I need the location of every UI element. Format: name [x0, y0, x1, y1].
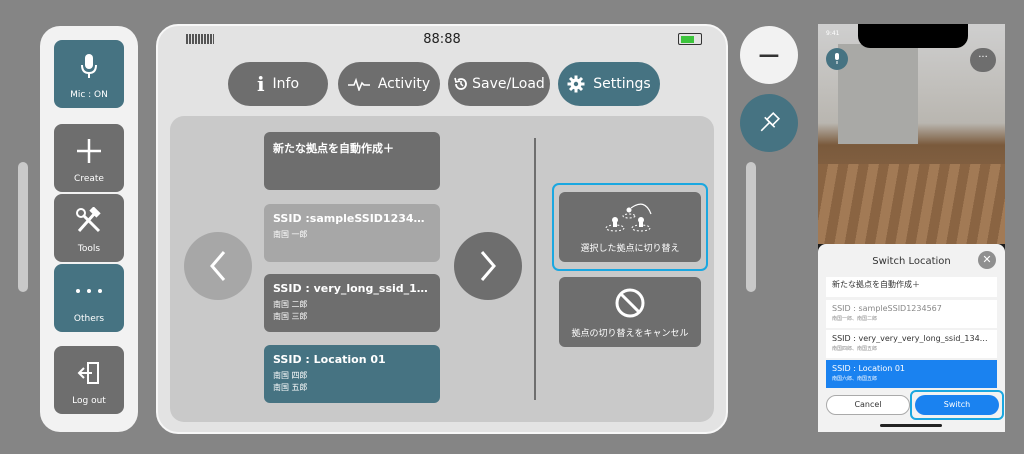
left-handle[interactable] — [18, 162, 28, 292]
switch-location-button[interactable]: 選択した拠点に切り替え — [559, 192, 701, 262]
info-icon: i — [256, 72, 265, 96]
minus-icon: − — [756, 37, 782, 73]
row-title: SSID : sampleSSID1234567 — [832, 304, 942, 313]
phone-mic-button[interactable] — [826, 48, 848, 70]
row-title: SSID : very_very_very_long_ssid_1345678.… — [832, 334, 991, 343]
tablet-frame: 88:88 i Info Activity Save/Load Settings… — [156, 24, 728, 434]
tab-settings-label: Settings — [593, 76, 651, 92]
pin-button[interactable] — [740, 94, 798, 152]
cancel-switch-button[interactable]: 拠点の切り替えをキャンセル — [559, 277, 701, 347]
location-member: 南国 三郎 — [273, 312, 308, 321]
row-subtitle: 南国四郎、南国五郎 — [832, 346, 878, 352]
list-item[interactable]: SSID : sampleSSID1234567 南国一郎、南国二郎 — [826, 300, 997, 328]
logout-icon — [54, 358, 124, 388]
microphone-icon — [54, 52, 124, 82]
prev-button[interactable] — [184, 232, 252, 300]
chevron-left-icon — [210, 251, 226, 281]
status-bar: 88:88 — [158, 26, 726, 54]
tab-info[interactable]: i Info — [228, 62, 328, 106]
left-toolbar: Mic : ON Create Tools Others Log out — [40, 26, 138, 432]
microphone-icon — [835, 53, 839, 64]
camera-pillar — [838, 44, 918, 144]
logout-label: Log out — [72, 396, 106, 406]
hammer-wrench-icon — [54, 206, 124, 236]
logout-button[interactable]: Log out — [54, 346, 124, 414]
phone-cancel-button[interactable]: Cancel — [826, 395, 910, 415]
tab-activity-label: Activity — [377, 76, 431, 92]
location-member: 南国 一郎 — [273, 230, 308, 239]
next-button[interactable] — [454, 232, 522, 300]
minimize-button[interactable]: − — [740, 26, 798, 84]
others-label: Others — [73, 314, 105, 324]
tools-button[interactable]: Tools — [54, 194, 124, 262]
row-title: SSID : Location 01 — [832, 364, 906, 373]
tools-label: Tools — [77, 244, 101, 254]
right-handle[interactable] — [746, 162, 756, 292]
phone-notch — [858, 24, 968, 48]
location-card-location01[interactable]: SSID : Location 01 南国 四郎 南国 五郎 — [264, 345, 440, 403]
tab-activity[interactable]: Activity — [338, 62, 440, 106]
prohibited-icon — [615, 288, 645, 318]
row-subtitle: 南国六郎、南国五郎 — [832, 376, 878, 382]
tab-save-load-label: Save/Load — [472, 76, 545, 92]
mic-label: Mic : ON — [70, 90, 108, 100]
cancel-switch-label: 拠点の切り替えをキャンセル — [571, 329, 689, 339]
history-icon — [454, 77, 468, 90]
create-button[interactable]: Create — [54, 124, 124, 192]
location-title: SSID : very_long_ssid_1345... — [273, 282, 431, 295]
row-subtitle: 南国一郎、南国二郎 — [832, 316, 878, 322]
switch-location-sheet: Switch Location ✕ 新たな拠点を自動作成＋ SSID : sam… — [818, 244, 1005, 432]
phone-more-button[interactable]: ··· — [970, 48, 996, 72]
location-card-new[interactable]: 新たな拠点を自動作成＋ — [264, 132, 440, 190]
close-icon: ✕ — [982, 253, 992, 266]
location-card-sample[interactable]: SSID :sampleSSID1234567 南国 一郎 — [264, 204, 440, 262]
location-title: 新たな拠点を自動作成＋ — [273, 142, 394, 155]
list-item-selected[interactable]: SSID : Location 01 南国六郎、南国五郎 — [826, 360, 997, 388]
sheet-close-button[interactable]: ✕ — [978, 251, 996, 269]
battery-icon — [678, 33, 702, 45]
cancel-label: Cancel — [854, 400, 882, 409]
location-member: 南国 四郎 — [273, 371, 308, 380]
clock: 88:88 — [423, 32, 461, 47]
location-title: SSID :sampleSSID1234567 — [273, 212, 431, 225]
divider — [534, 138, 536, 400]
chevron-right-icon — [480, 251, 496, 281]
location-switch-icon — [605, 203, 652, 232]
gear-icon — [567, 75, 585, 93]
row-title: 新たな拠点を自動作成＋ — [832, 280, 920, 289]
phone-clock: 9:41 — [826, 30, 840, 37]
switch-label: Switch — [943, 400, 971, 409]
pin-icon — [760, 111, 781, 132]
create-label: Create — [74, 174, 104, 184]
camera-floor — [818, 164, 1005, 244]
list-item[interactable]: 新たな拠点を自動作成＋ — [826, 277, 997, 297]
tab-info-label: Info — [272, 76, 300, 92]
others-button[interactable]: Others — [54, 264, 124, 332]
switch-location-label: 選択した拠点に切り替え — [580, 244, 680, 254]
sheet-title: Switch Location — [872, 256, 951, 267]
tab-save-load[interactable]: Save/Load — [448, 62, 550, 106]
plus-icon — [54, 136, 124, 166]
location-card-long[interactable]: SSID : very_long_ssid_1345... 南国 二郎 南国 三… — [264, 274, 440, 332]
settings-panel: 新たな拠点を自動作成＋ SSID :sampleSSID1234567 南国 一… — [170, 116, 714, 422]
location-member: 南国 五郎 — [273, 383, 308, 392]
mic-button[interactable]: Mic : ON — [54, 40, 124, 108]
ellipsis-icon: ··· — [978, 52, 988, 63]
tab-settings[interactable]: Settings — [558, 62, 660, 106]
activity-icon — [347, 77, 370, 91]
home-indicator — [880, 424, 942, 427]
ellipsis-icon — [54, 276, 124, 306]
phone-switch-button[interactable]: Switch — [915, 395, 999, 415]
location-title: SSID : Location 01 — [273, 353, 386, 366]
location-member: 南国 二郎 — [273, 300, 308, 309]
phone-screen: 9:41 ··· Switch Location ✕ 新たな拠点を自動作成＋ S… — [818, 24, 1005, 432]
list-item[interactable]: SSID : very_very_very_long_ssid_1345678.… — [826, 330, 997, 358]
